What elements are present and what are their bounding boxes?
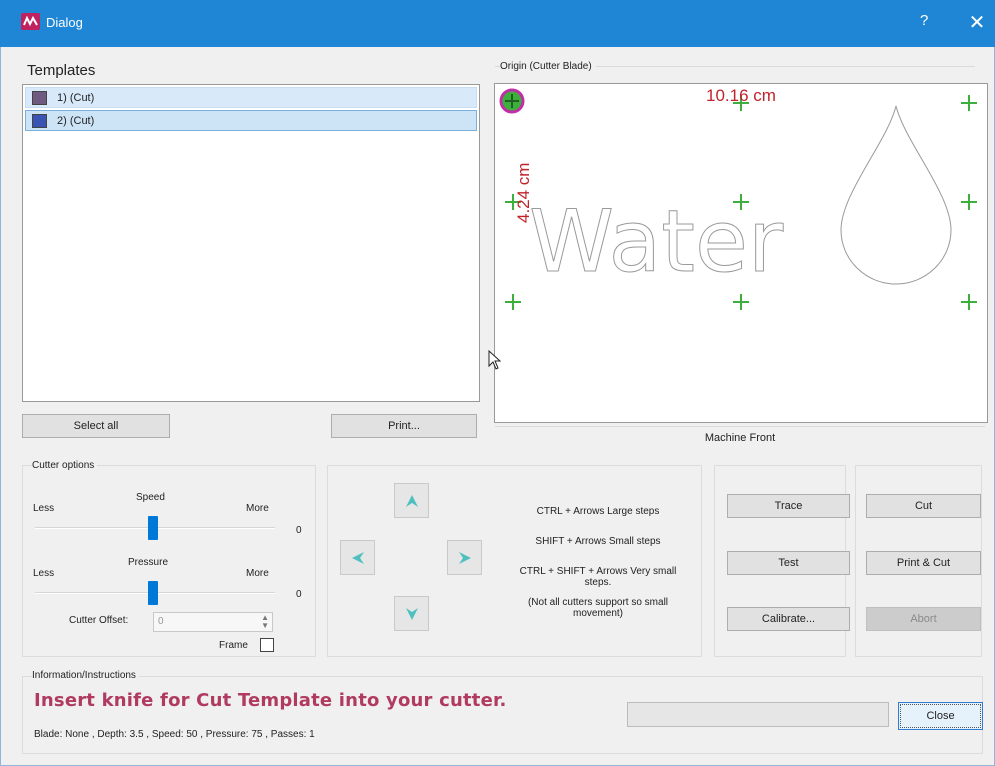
- app-icon: [21, 13, 40, 30]
- move-right-button[interactable]: [447, 540, 482, 575]
- template-label: 2) (Cut): [57, 115, 95, 127]
- hint-note: (Not all cutters support so small moveme…: [527, 597, 669, 619]
- template-color-swatch: [32, 91, 47, 105]
- blade-info-text: Blade: None , Depth: 3.5 , Speed: 50 , P…: [34, 729, 315, 740]
- speed-more-label: More: [246, 503, 269, 514]
- speed-value: 0: [296, 525, 302, 536]
- list-item[interactable]: 2) (Cut): [25, 110, 477, 131]
- pressure-slider[interactable]: [148, 581, 158, 605]
- arrow-left-icon: [352, 552, 364, 564]
- cutter-offset-spinbox[interactable]: 0 ▲ ▼: [153, 612, 273, 632]
- machine-front-label: Machine Front: [704, 432, 776, 444]
- hint-very-small-steps: CTRL + SHIFT + Arrows Very small steps.: [519, 566, 677, 588]
- arrow-up-icon: [406, 495, 418, 507]
- movement-group: [327, 465, 702, 657]
- position-marker-icon: [961, 95, 977, 111]
- cutter-options-heading: Cutter options: [32, 460, 98, 471]
- print-and-cut-button[interactable]: Print & Cut: [866, 551, 981, 575]
- mouse-cursor-icon: [488, 349, 502, 373]
- close-button[interactable]: Close: [898, 702, 983, 730]
- speed-label: Speed: [136, 492, 165, 503]
- arrow-right-icon: [459, 552, 471, 564]
- position-marker-icon: [733, 194, 749, 210]
- frame-label: Frame: [219, 640, 248, 651]
- spin-arrows-icon[interactable]: ▲ ▼: [261, 614, 269, 630]
- position-marker-icon: [733, 294, 749, 310]
- height-dimension: 4.24 cm: [514, 162, 533, 223]
- instruction-text: Insert knife for Cut Template into your …: [34, 690, 507, 711]
- print-button[interactable]: Print...: [331, 414, 477, 438]
- template-color-swatch: [32, 114, 47, 128]
- pressure-less-label: Less: [33, 568, 55, 579]
- pressure-value: 0: [296, 589, 302, 600]
- templates-heading: Templates: [27, 62, 96, 79]
- cut-button[interactable]: Cut: [866, 494, 981, 518]
- pressure-more-label: More: [246, 568, 269, 579]
- hint-large-steps: CTRL + Arrows Large steps: [536, 506, 660, 517]
- move-left-button[interactable]: [340, 540, 375, 575]
- water-drop-shape: [840, 105, 952, 285]
- position-marker-icon: [505, 294, 521, 310]
- progress-bar: [627, 702, 889, 727]
- move-up-button[interactable]: [394, 483, 429, 518]
- window-title: Dialog: [46, 15, 83, 30]
- trace-button[interactable]: Trace: [727, 494, 850, 518]
- list-item[interactable]: 1) (Cut): [25, 87, 477, 108]
- window-close-button[interactable]: ✕: [964, 9, 990, 37]
- select-all-button[interactable]: Select all: [22, 414, 170, 438]
- origin-heading: Origin (Cutter Blade): [500, 61, 596, 72]
- cutter-offset-value: 0: [158, 616, 164, 627]
- machine-front-divider: [495, 426, 985, 427]
- help-button[interactable]: ?: [920, 12, 928, 29]
- cut-preview-canvas[interactable]: Water 10.16 cm 4.24 cm: [494, 83, 988, 423]
- templates-list[interactable]: 1) (Cut) 2) (Cut): [22, 84, 480, 402]
- title-bar: Dialog ? ✕: [0, 0, 995, 47]
- speed-less-label: Less: [33, 503, 55, 514]
- position-marker-icon: [961, 194, 977, 210]
- frame-checkbox[interactable]: [260, 638, 274, 652]
- speed-slider[interactable]: [148, 516, 158, 540]
- abort-button[interactable]: Abort: [866, 607, 981, 631]
- calibrate-button[interactable]: Calibrate...: [727, 607, 850, 631]
- position-marker-icon: [961, 294, 977, 310]
- test-button[interactable]: Test: [727, 551, 850, 575]
- width-dimension: 10.16 cm: [706, 86, 776, 105]
- template-label: 1) (Cut): [57, 92, 95, 104]
- arrow-down-icon: [406, 608, 418, 620]
- pressure-label: Pressure: [128, 557, 169, 568]
- artwork: Water: [499, 88, 952, 293]
- cutter-offset-label: Cutter Offset:: [69, 615, 129, 626]
- information-heading: Information/Instructions: [32, 670, 139, 681]
- hint-small-steps: SHIFT + Arrows Small steps: [535, 536, 661, 547]
- move-down-button[interactable]: [394, 596, 429, 631]
